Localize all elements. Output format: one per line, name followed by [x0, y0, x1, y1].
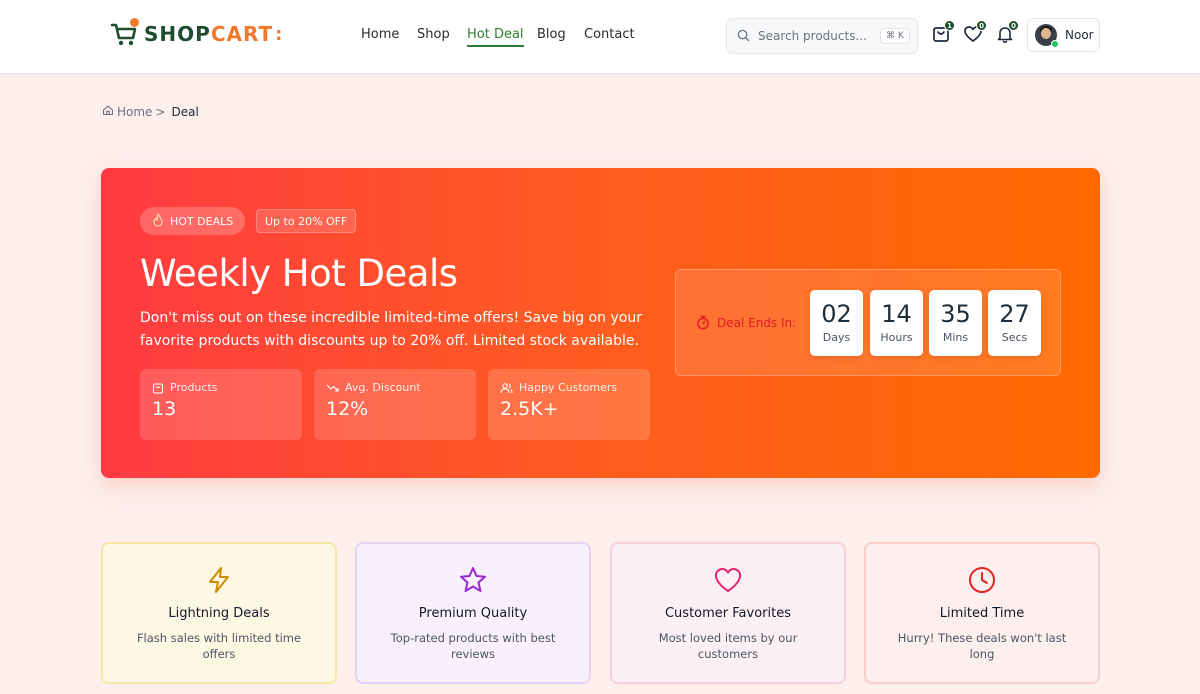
breadcrumb-separator: > — [155, 104, 166, 119]
countdown-secs: 27 Secs — [988, 290, 1041, 356]
stat-products: Products 13 — [140, 369, 302, 440]
search-bar[interactable]: ⌘ K — [726, 18, 918, 54]
feature-description: Flash sales with limited time offers — [136, 631, 302, 661]
clock-icon — [966, 564, 998, 596]
discount-badge: Up to 20% OFF — [256, 209, 357, 233]
feature-description: Top-rated products with best reviews — [390, 631, 556, 661]
stat-value: 13 — [152, 398, 177, 420]
nav-home[interactable]: Home — [361, 27, 399, 42]
countdown-days: 02 Days — [810, 290, 863, 356]
logo-text: SHOPCART — [144, 22, 274, 46]
countdown-mins: 35 Mins — [929, 290, 982, 356]
stat-avg-discount: Avg. Discount 12% — [314, 369, 476, 440]
nav-hot-deal[interactable]: Hot Deal — [467, 27, 524, 47]
feature-card-customer-favorites: Customer Favorites Most loved items by o… — [610, 542, 846, 684]
breadcrumb-home[interactable]: Home — [117, 105, 152, 119]
cart-logo-icon — [110, 18, 140, 48]
wishlist-count-badge: 0 — [976, 20, 987, 31]
hero-title: Weekly Hot Deals — [140, 252, 458, 295]
cart-count-badge: 1 — [944, 20, 955, 31]
logo-dot — [130, 18, 139, 27]
heart-icon — [712, 564, 744, 596]
logo[interactable]: SHOPCART : — [110, 18, 283, 48]
nav-shop[interactable]: Shop — [417, 27, 450, 42]
home-icon[interactable] — [102, 104, 114, 119]
breadcrumb-current: Deal — [171, 104, 199, 119]
search-icon — [737, 27, 750, 46]
feature-description: Most loved items by our customers — [658, 631, 798, 661]
logo-colon: : — [275, 23, 283, 45]
bag-icon — [152, 382, 164, 394]
stat-value: 12% — [326, 398, 369, 420]
breadcrumb: Home > Deal — [102, 104, 199, 119]
lightning-icon — [203, 564, 235, 596]
hot-deals-badge-label: HOT DEALS — [170, 214, 234, 228]
top-header: SHOPCART : Home Shop Hot Deal Blog Conta… — [0, 0, 1200, 74]
wishlist-button[interactable]: 0 — [961, 20, 987, 48]
online-status-dot — [1051, 40, 1059, 48]
nav-contact[interactable]: Contact — [584, 27, 635, 42]
feature-card-limited-time: Limited Time Hurry! These deals won't la… — [864, 542, 1100, 684]
stat-value: 2.5K+ — [500, 398, 559, 420]
users-icon — [500, 382, 513, 393]
search-shortcut: ⌘ K — [880, 28, 910, 44]
feature-card-premium-quality: Premium Quality Top-rated products with … — [355, 542, 591, 684]
notifications-count-badge: 0 — [1008, 20, 1019, 31]
star-icon — [457, 564, 489, 596]
notifications-button[interactable]: 0 — [993, 20, 1019, 48]
hot-deals-badge: HOT DEALS — [140, 207, 246, 235]
flame-icon — [152, 212, 164, 230]
feature-description: Hurry! These deals won't last long — [897, 631, 1067, 661]
stat-happy-customers: Happy Customers 2.5K+ — [488, 369, 650, 440]
feature-title: Limited Time — [939, 606, 1025, 621]
avatar — [1035, 24, 1059, 48]
feature-title: Customer Favorites — [664, 606, 791, 621]
cart-button[interactable]: 1 — [929, 20, 955, 48]
hot-deals-hero: HOT DEALS Up to 20% OFF Weekly Hot Deals… — [101, 168, 1100, 478]
user-menu[interactable]: Noor — [1027, 18, 1100, 52]
stat-label: Avg. Discount — [345, 381, 421, 394]
feature-title: Lightning Deals — [168, 606, 270, 621]
countdown-label: Deal Ends In: — [696, 315, 796, 330]
stopwatch-icon — [697, 315, 709, 330]
countdown-hours: 14 Hours — [870, 290, 923, 356]
user-name: Noor — [1065, 28, 1094, 42]
hero-description: Don't miss out on these incredible limit… — [140, 310, 642, 349]
deal-countdown: Deal Ends In: 02 Days 14 Hours 35 Mins 2… — [675, 269, 1061, 376]
feature-title: Premium Quality — [418, 606, 528, 621]
stat-label: Happy Customers — [519, 381, 618, 394]
feature-card-lightning-deals: Lightning Deals Flash sales with limited… — [101, 542, 337, 684]
nav-blog[interactable]: Blog — [537, 27, 566, 42]
stat-label: Products — [170, 381, 218, 394]
search-input[interactable] — [758, 29, 876, 43]
trending-down-icon — [326, 384, 339, 392]
